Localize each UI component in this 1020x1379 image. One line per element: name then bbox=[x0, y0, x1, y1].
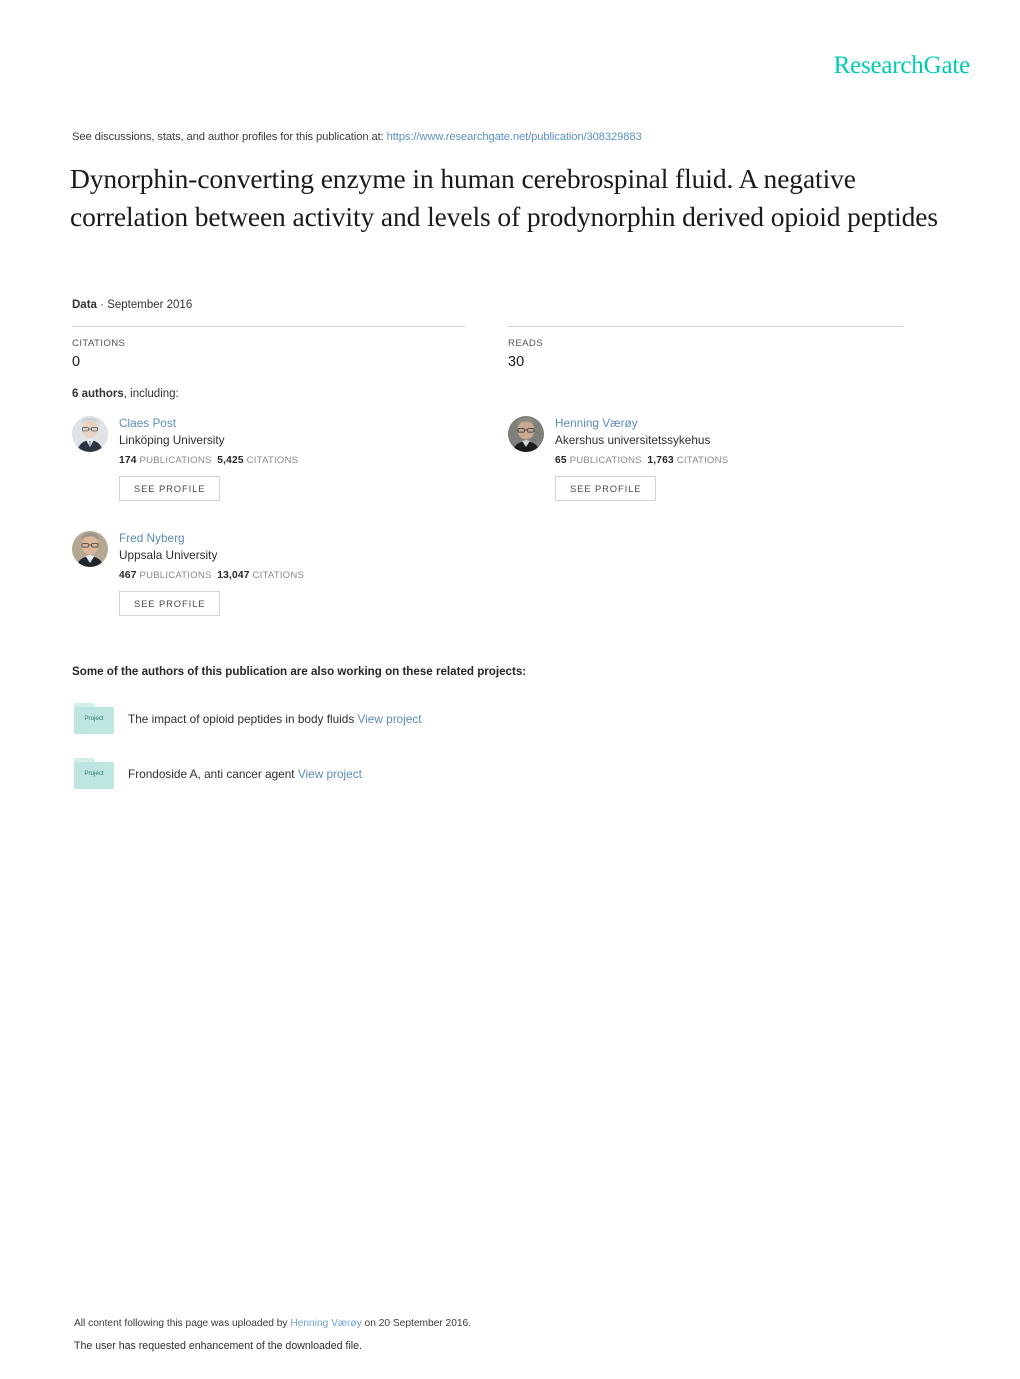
folder-label: Project bbox=[84, 770, 104, 777]
view-project-link[interactable]: View project bbox=[298, 767, 362, 781]
reads-value: 30 bbox=[508, 354, 525, 370]
enhancement-note: The user has requested enhancement of th… bbox=[74, 1340, 362, 1352]
publication-separator: · bbox=[100, 299, 104, 311]
publication-cover-page: ResearchGate See discussions, stats, and… bbox=[0, 0, 1020, 1379]
publications-label: PUBLICATIONS bbox=[139, 455, 212, 466]
publication-date: September 2016 bbox=[107, 299, 193, 311]
page-title: Dynorphin-converting enzyme in human cer… bbox=[70, 163, 939, 232]
authors-heading: 6 authors, including: bbox=[72, 388, 179, 400]
project-text: Frondoside A, anti cancer agent View pro… bbox=[128, 767, 362, 781]
authors-count: 6 authors bbox=[72, 388, 124, 400]
project-text: The impact of opioid peptides in body fl… bbox=[128, 712, 422, 726]
citations-count: 5,425 bbox=[217, 455, 244, 466]
upload-prefix: All content following this page was uplo… bbox=[74, 1318, 288, 1329]
citations-value: 0 bbox=[72, 354, 81, 370]
divider-line bbox=[72, 326, 465, 327]
publication-type-date: Data · September 2016 bbox=[72, 299, 192, 311]
project-folder-icon: Project bbox=[74, 703, 114, 734]
projects-heading: Some of the authors of this publication … bbox=[72, 665, 527, 678]
upload-suffix: on 20 September 2016. bbox=[364, 1318, 472, 1329]
avatar bbox=[508, 416, 544, 452]
researchgate-logo: ResearchGate bbox=[833, 52, 971, 79]
citations-count: 13,047 bbox=[217, 570, 250, 581]
author-card: Henning Værøy Akershus universitetssykeh… bbox=[508, 416, 908, 501]
avatar bbox=[72, 416, 108, 452]
see-profile-button[interactable]: SEE PROFILE bbox=[555, 476, 657, 501]
author-stats: 467 PUBLICATIONS 13,047 CITATIONS bbox=[119, 570, 472, 581]
citations-label: CITATIONS bbox=[252, 570, 305, 581]
upload-credit-line: All content following this page was uplo… bbox=[74, 1318, 471, 1329]
author-institution: Linköping University bbox=[119, 433, 225, 447]
authors-suffix: , including: bbox=[123, 388, 179, 400]
publications-label: PUBLICATIONS bbox=[569, 455, 642, 466]
publications-count: 174 bbox=[119, 455, 137, 466]
see-profile-button[interactable]: SEE PROFILE bbox=[119, 591, 221, 616]
citations-label: CITATIONS bbox=[246, 455, 299, 466]
author-body: Fred Nyberg Uppsala University 467 PUBLI… bbox=[119, 531, 472, 616]
author-name-link[interactable]: Henning Værøy bbox=[555, 416, 908, 430]
author-card: Fred Nyberg Uppsala University 467 PUBLI… bbox=[72, 531, 472, 616]
reads-label: READS bbox=[508, 338, 544, 349]
publications-count: 65 bbox=[555, 455, 567, 466]
discussion-line: See discussions, stats, and author profi… bbox=[72, 131, 642, 143]
publications-label: PUBLICATIONS bbox=[139, 570, 212, 581]
author-body: Henning Værøy Akershus universitetssykeh… bbox=[555, 416, 908, 501]
publication-url-link[interactable]: https://www.researchgate.net/publication… bbox=[387, 131, 642, 143]
author-body: Claes Post Linköping University 174 PUBL… bbox=[119, 416, 472, 501]
see-profile-button[interactable]: SEE PROFILE bbox=[119, 476, 221, 501]
author-institution: Akershus universitetssykehus bbox=[555, 433, 711, 447]
author-institution: Uppsala University bbox=[119, 548, 218, 562]
project-row: Project The impact of opioid peptides in… bbox=[74, 703, 774, 737]
author-stats: 174 PUBLICATIONS 5,425 CITATIONS bbox=[119, 455, 472, 466]
author-name-link[interactable]: Claes Post bbox=[119, 416, 472, 430]
view-project-link[interactable]: View project bbox=[358, 712, 422, 726]
discussion-prefix: See discussions, stats, and author profi… bbox=[72, 131, 384, 143]
author-stats: 65 PUBLICATIONS 1,763 CITATIONS bbox=[555, 455, 908, 466]
project-row: Project Frondoside A, anti cancer agent … bbox=[74, 758, 774, 792]
citations-label: CITATIONS bbox=[676, 455, 729, 466]
project-folder-icon: Project bbox=[74, 758, 114, 789]
publications-count: 467 bbox=[119, 570, 137, 581]
project-title: Frondoside A, anti cancer agent bbox=[128, 767, 295, 781]
citations-stat-column: CITATIONS 0 bbox=[72, 326, 465, 370]
citations-count: 1,763 bbox=[647, 455, 674, 466]
reads-stat-column: READS 30 bbox=[508, 326, 903, 370]
divider-line bbox=[508, 326, 903, 327]
avatar bbox=[72, 531, 108, 567]
folder-label: Project bbox=[84, 715, 104, 722]
author-card: Claes Post Linköping University 174 PUBL… bbox=[72, 416, 472, 501]
citations-label: CITATIONS bbox=[72, 338, 126, 349]
project-title: The impact of opioid peptides in body fl… bbox=[128, 712, 355, 726]
uploader-name-link[interactable]: Henning Værøy bbox=[290, 1318, 361, 1329]
author-name-link[interactable]: Fred Nyberg bbox=[119, 531, 472, 545]
publication-type: Data bbox=[72, 299, 97, 311]
